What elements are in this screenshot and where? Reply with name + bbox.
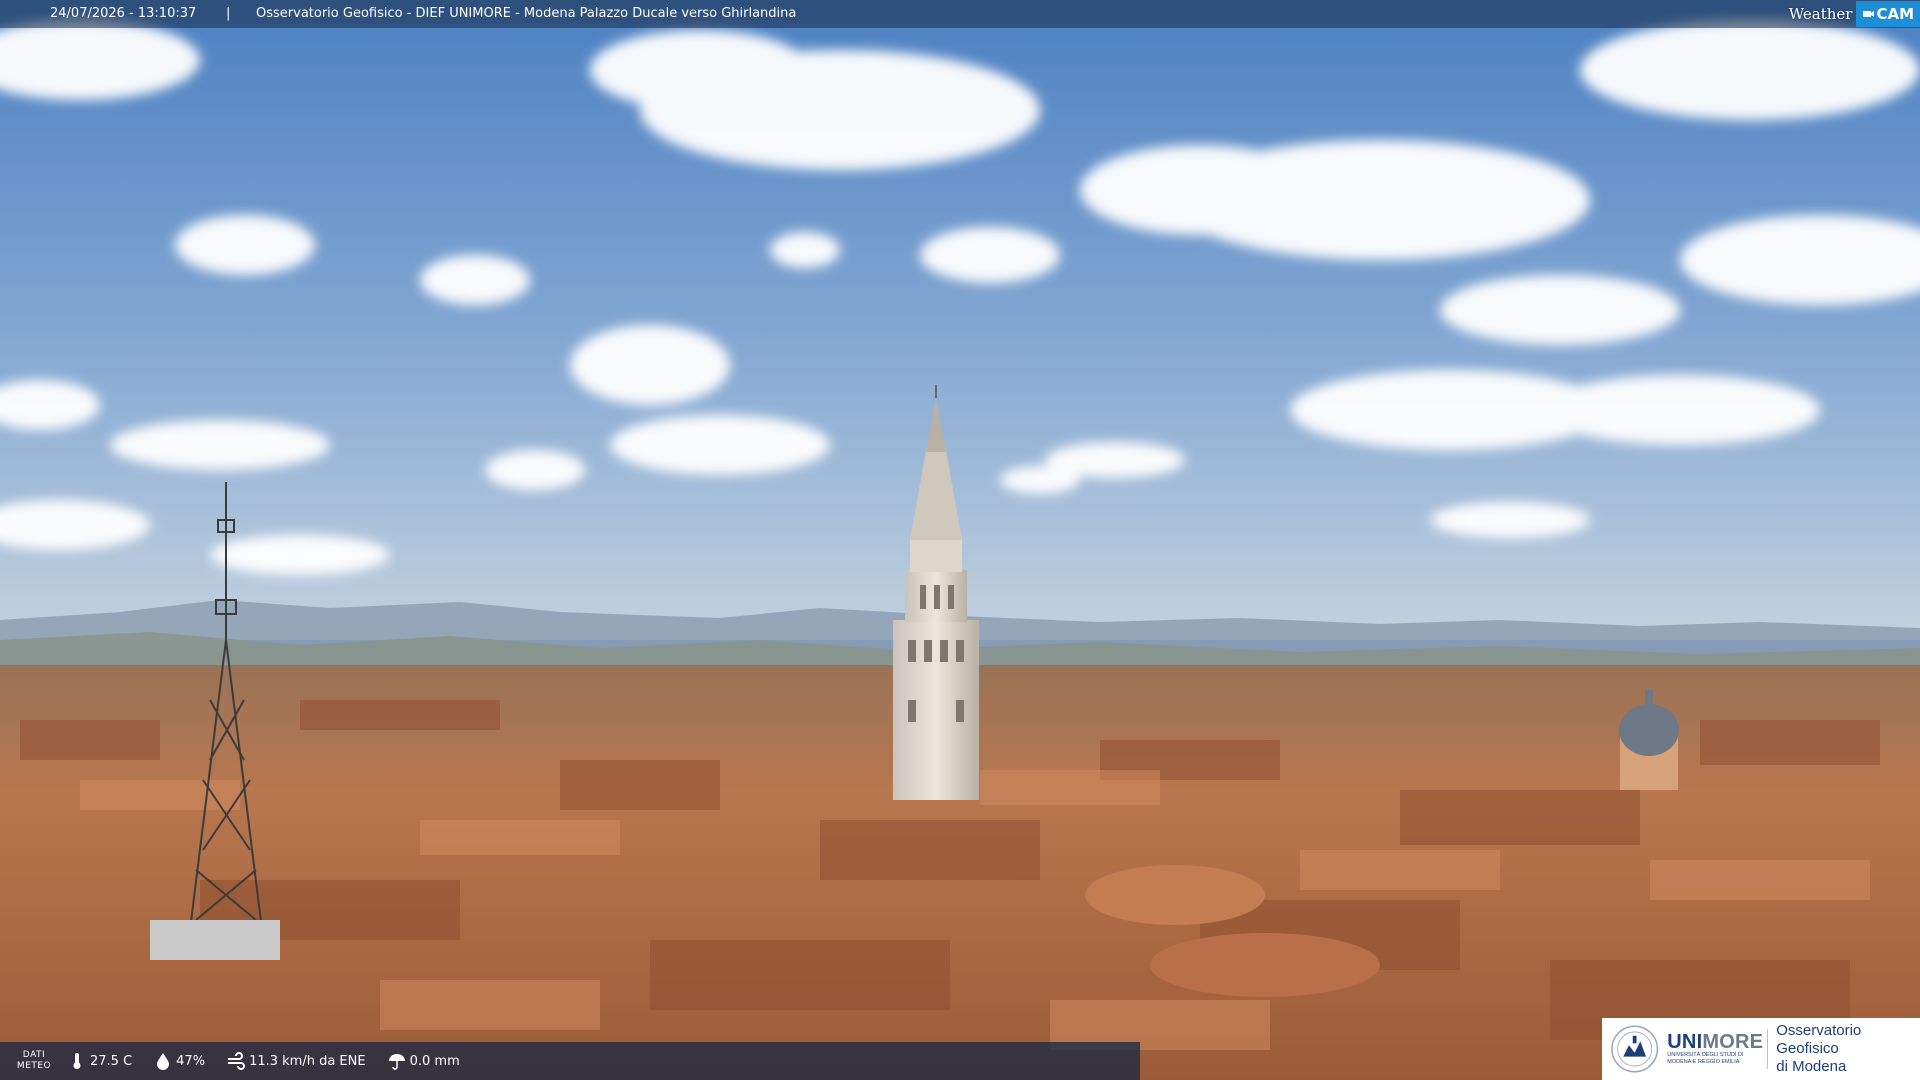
logo-divider bbox=[1767, 1029, 1769, 1069]
umbrella-icon bbox=[388, 1054, 405, 1070]
unimore-brand: UNIMORE Università degli studi di Modena… bbox=[1667, 1031, 1763, 1066]
unimore-logo: UNIMORE Università degli studi di Modena… bbox=[1602, 1018, 1920, 1080]
university-seal-icon bbox=[1611, 1025, 1659, 1073]
rain-readout: 0.0 mm bbox=[388, 1052, 460, 1070]
weather-label-line2: METEO bbox=[16, 1061, 52, 1071]
unimore-sub-line1: Università degli studi di bbox=[1667, 1052, 1744, 1058]
camera-info-bar: 24/07/2026 - 13:10:37 | Osservatorio Geo… bbox=[0, 0, 1920, 28]
weather-label-line1: DATI bbox=[22, 1050, 46, 1060]
camera-icon bbox=[1863, 11, 1875, 17]
unimore-sub-line2: Modena e Reggio Emilia bbox=[1667, 1059, 1740, 1065]
wind-icon bbox=[228, 1052, 246, 1070]
humidity-readout: 47% bbox=[154, 1052, 205, 1070]
thermometer-icon bbox=[73, 1053, 81, 1069]
rain-value: 0.0 mm bbox=[409, 1053, 460, 1069]
wind-value: 11.3 km/h da ENE bbox=[249, 1053, 366, 1069]
camera-title: Osservatorio Geofisico - DIEF UNIMORE - … bbox=[256, 6, 797, 21]
separator: | bbox=[226, 6, 231, 21]
humidity-value: 47% bbox=[176, 1053, 206, 1069]
weather-data-bar: DATI METEO 27.5 C 47% 11.3 km/h da ENE 0… bbox=[0, 1042, 1140, 1080]
webcam-scene bbox=[0, 0, 1920, 1080]
timestamp: 24/07/2026 - 13:10:37 bbox=[50, 6, 197, 21]
weathercam-logo-cam: CAM bbox=[1856, 1, 1920, 27]
antenna-base bbox=[150, 920, 280, 960]
humidity-drop-icon bbox=[157, 1053, 170, 1070]
wind-readout: 11.3 km/h da ENE bbox=[227, 1052, 366, 1070]
weathercam-logo: Weather CAM bbox=[1783, 0, 1920, 28]
unimore-name-more: MORE bbox=[1702, 1031, 1764, 1053]
temperature-value: 27.5 C bbox=[90, 1053, 133, 1069]
round-building bbox=[1150, 933, 1380, 997]
unimore-name: UNIMORE bbox=[1667, 1031, 1763, 1053]
cam-label: CAM bbox=[1876, 5, 1914, 23]
unimore-name-uni: UNI bbox=[1667, 1031, 1703, 1053]
observatory-name: Osservatorio Geofisico di Modena bbox=[1776, 1022, 1920, 1076]
weather-data-label: DATI METEO bbox=[0, 1050, 68, 1072]
temperature-readout: 27.5 C bbox=[68, 1052, 132, 1070]
observatory-line2: di Modena bbox=[1776, 1058, 1847, 1075]
weathercam-logo-weather: Weather bbox=[1788, 5, 1853, 23]
observatory-line1: Osservatorio Geofisico bbox=[1776, 1022, 1862, 1057]
round-building bbox=[1085, 865, 1265, 925]
